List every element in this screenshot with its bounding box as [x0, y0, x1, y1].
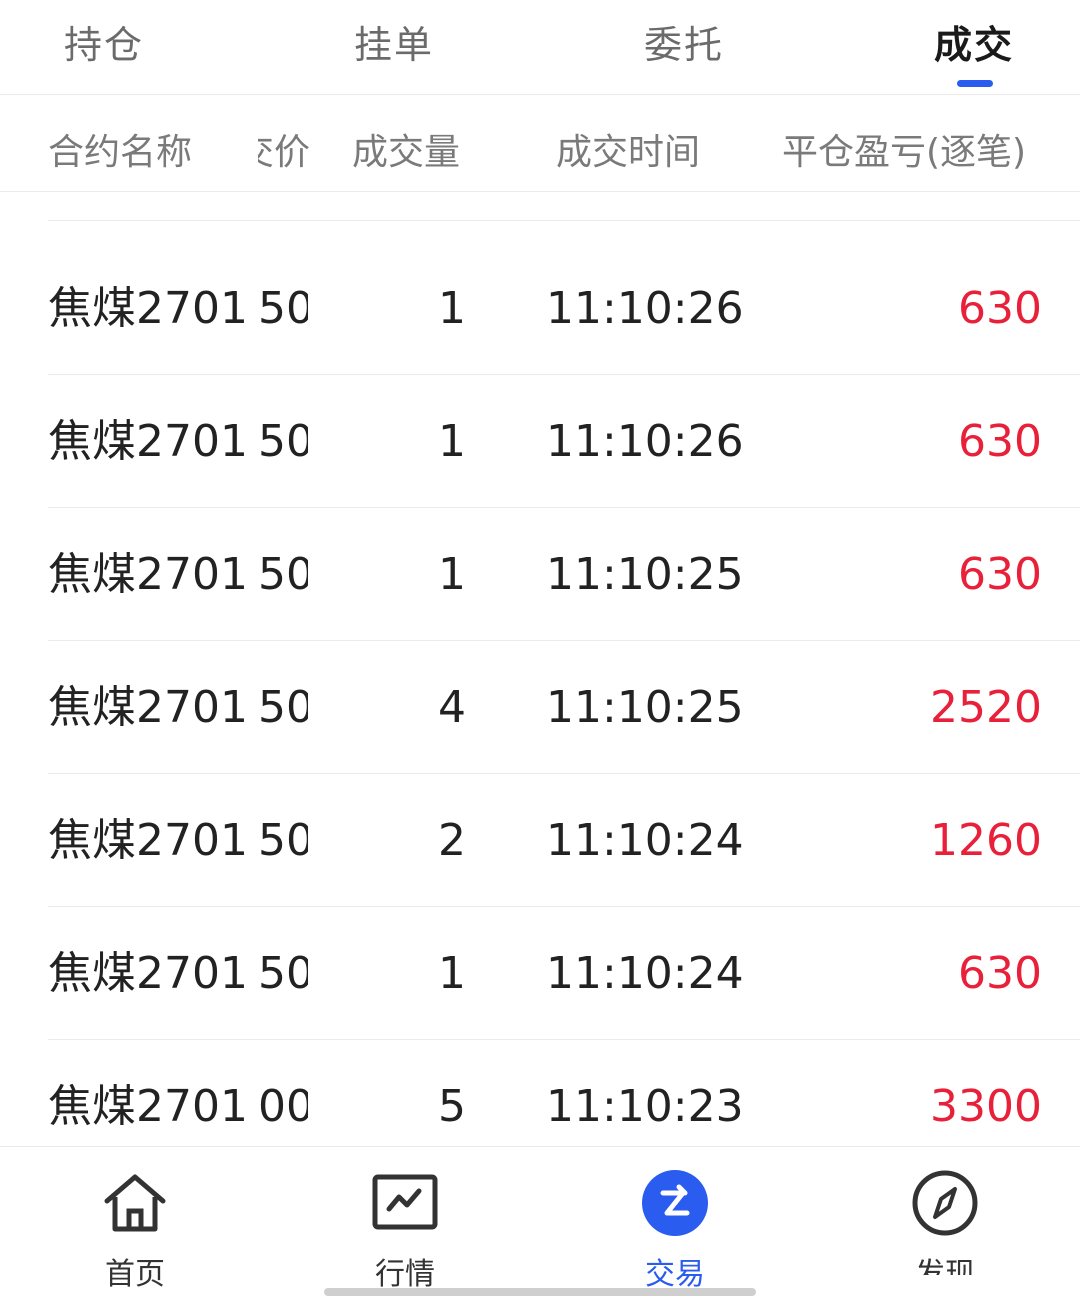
contract-name: 焦煤2701: [48, 1081, 248, 1132]
active-tab-indicator: [957, 80, 993, 87]
column-header-pnl: 平仓盈亏(逐笔): [782, 132, 1027, 173]
chart-icon: [372, 1174, 438, 1230]
table-row[interactable]: 焦煤2701 50 1 11:10:26 630: [48, 242, 1080, 375]
column-header-price: 交价: [258, 132, 310, 173]
nav-home[interactable]: 首页: [60, 1167, 210, 1293]
table-row[interactable]: 焦煤2701 50 1 11:10:26 630: [48, 375, 1080, 508]
close-pnl: 630: [958, 549, 1042, 600]
nav-market[interactable]: 行情: [330, 1167, 480, 1293]
tab-positions[interactable]: 持仓: [64, 14, 144, 69]
trade-price: 50: [258, 550, 308, 600]
home-indicator[interactable]: [324, 1288, 756, 1296]
trade-time: 11:10:24: [546, 948, 744, 999]
close-pnl: 3300: [930, 1081, 1042, 1132]
nav-trade-label: 交易: [645, 1257, 705, 1292]
close-pnl: 1260: [930, 815, 1042, 866]
contract-name: 焦煤2701: [48, 283, 248, 334]
home-icon: [104, 1174, 166, 1232]
nav-discover-label: 发现: [915, 1257, 975, 1275]
column-header-contract: 合约名称: [48, 132, 193, 173]
table-row[interactable]: 焦煤2701 00 5 11:10:23 3300: [48, 1040, 1080, 1146]
column-header-volume: 成交量: [352, 132, 461, 173]
trade-price: 50: [258, 417, 308, 467]
tab-trades[interactable]: 成交: [934, 14, 1014, 69]
table-row[interactable]: 焦煤2701 50 1 11:10:24 630: [48, 907, 1080, 1040]
trade-volume: 1: [438, 948, 466, 999]
trade-price: 50: [258, 949, 308, 999]
nav-discover[interactable]: 发现: [870, 1167, 1020, 1275]
trade-volume: 1: [438, 416, 466, 467]
trade-list[interactable]: 焦煤2701 50 1 11:10:26 630 焦煤2701 50 1 11:…: [0, 96, 1080, 1146]
trade-time: 11:10:26: [546, 416, 744, 467]
trade-time: 11:10:25: [546, 549, 744, 600]
trade-price: 50: [258, 284, 308, 334]
trade-time: 11:10:24: [546, 815, 744, 866]
trade-price: 50: [258, 816, 308, 866]
trade-time: 11:10:23: [546, 1081, 744, 1132]
contract-name: 焦煤2701: [48, 948, 248, 999]
compass-icon: [912, 1170, 978, 1236]
trade-volume: 2: [438, 815, 466, 866]
contract-name: 焦煤2701: [48, 549, 248, 600]
table-row[interactable]: 焦煤2701 50 2 11:10:24 1260: [48, 774, 1080, 907]
nav-home-label: 首页: [105, 1257, 165, 1292]
table-header: 合约名称 交价 成交量 成交时间 平仓盈亏(逐笔): [0, 95, 1080, 192]
trade-time: 11:10:25: [546, 682, 744, 733]
close-pnl: 630: [958, 283, 1042, 334]
nav-trade[interactable]: 交易: [600, 1167, 750, 1293]
trade-volume: 4: [438, 682, 466, 733]
contract-name: 焦煤2701: [48, 815, 248, 866]
contract-name: 焦煤2701: [48, 416, 248, 467]
trade-time: 11:10:26: [546, 283, 744, 334]
column-header-time: 成交时间: [556, 132, 701, 173]
close-pnl: 630: [958, 948, 1042, 999]
table-row[interactable]: 焦煤2701 50 1 11:10:25 630: [48, 508, 1080, 641]
trade-icon: [642, 1170, 708, 1236]
trade-price: 00: [258, 1082, 308, 1132]
tab-pending-orders[interactable]: 挂单: [354, 14, 434, 69]
contract-name: 焦煤2701: [48, 682, 248, 733]
trade-volume: 5: [438, 1081, 466, 1132]
bottom-nav-bar: 首页 行情 交易 发现: [0, 1146, 1080, 1300]
top-tab-bar: 持仓 挂单 委托 成交: [0, 0, 1080, 95]
trade-volume: 1: [438, 549, 466, 600]
trade-price: 50: [258, 683, 308, 733]
trade-volume: 1: [438, 283, 466, 334]
tab-orders[interactable]: 委托: [644, 14, 724, 69]
table-row[interactable]: 焦煤2701 50 4 11:10:25 2520: [48, 641, 1080, 774]
close-pnl: 630: [958, 416, 1042, 467]
close-pnl: 2520: [930, 682, 1042, 733]
nav-market-label: 行情: [375, 1257, 435, 1292]
